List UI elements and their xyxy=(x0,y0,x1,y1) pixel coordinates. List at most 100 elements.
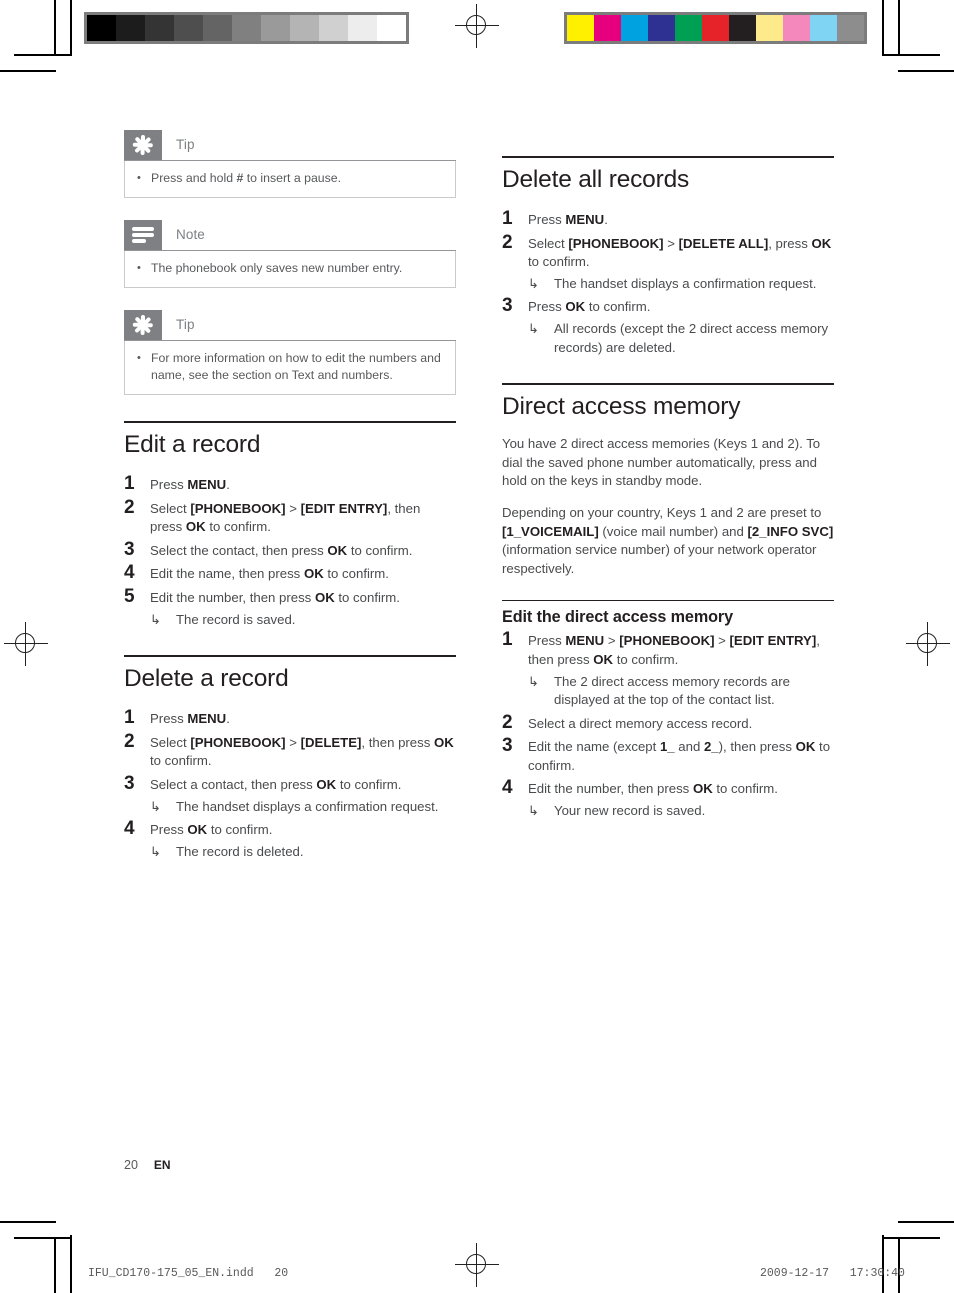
step-result-text: All records (except the 2 direct access … xyxy=(554,320,829,355)
step-item: 3 Select a contact, then press OK to conf… xyxy=(124,773,456,816)
right-sections: Delete all records 1 Press MENU. 2 Select [P… xyxy=(502,156,834,821)
step-number: 4 xyxy=(502,777,513,799)
step-item: 5 Edit the number, then press OK to confi… xyxy=(124,586,456,629)
right-column: Delete all records 1 Press MENU. 2 Select [P… xyxy=(502,130,834,823)
section-heading: Delete all records xyxy=(502,166,690,193)
step-result-text: The handset displays a confirmation requ… xyxy=(176,798,439,814)
section: Direct access memory You have 2 direct ac… xyxy=(502,383,834,578)
step-item: 3 Select the contact, then press OK to co… xyxy=(124,539,456,561)
result-arrow-icon: ↳ xyxy=(528,803,539,819)
emphasis-text: [PHONEBOOK] xyxy=(619,633,715,649)
bullet-icon: • xyxy=(137,262,141,274)
color-swatch xyxy=(810,15,837,41)
step-result: ↳ The handset displays a confirmation req… xyxy=(528,275,834,294)
result-arrow-icon: ↳ xyxy=(528,275,539,291)
emphasis-text: OK xyxy=(303,566,324,582)
print-filename: IFU_CD170-175_05_EN.indd xyxy=(88,1267,254,1280)
emphasis-text: 1_ xyxy=(659,739,675,755)
callout-title: Tip xyxy=(176,317,195,332)
print-time: 17:30:40 xyxy=(849,1267,905,1280)
bullet-icon: • xyxy=(137,172,141,184)
callout-tip: Tip • Press and hold # to insert a pause. xyxy=(124,130,456,198)
callout-body: • The phonebook only saves new number ent… xyxy=(124,251,456,288)
color-calibration-strip xyxy=(564,12,867,44)
section: Delete all records 1 Press MENU. 2 Select [P… xyxy=(502,156,834,357)
emphasis-text: OK xyxy=(692,781,713,797)
section-rule xyxy=(124,655,456,658)
callout-item: • For more information on how to edit the… xyxy=(137,350,443,384)
section-rule xyxy=(124,421,456,423)
color-swatch xyxy=(756,15,783,41)
emphasis-text: [DELETE ALL] xyxy=(678,235,769,251)
step-text: Select [PHONEBOOK] > [EDIT ENTRY], then … xyxy=(150,500,421,535)
color-swatch xyxy=(837,15,864,41)
print-file-info: IFU_CD170-175_05_EN.indd 20 xyxy=(88,1267,288,1280)
section-rule xyxy=(502,600,834,602)
body-paragraph: You have 2 direct access memories (Keys … xyxy=(502,436,821,489)
step-body: Edit the name, then press OK to confirm. xyxy=(150,562,456,584)
emphasis-text: OK xyxy=(327,542,348,558)
grayscale-swatch xyxy=(348,15,377,41)
step-number: 3 xyxy=(124,538,135,560)
registration-mark-bottom xyxy=(455,1243,499,1287)
emphasis-text: OK xyxy=(795,739,816,755)
step-body: Edit the number, then press OK to confir… xyxy=(150,586,456,629)
emphasis-text: OK xyxy=(565,299,586,315)
step-text: Edit the number, then press OK to confir… xyxy=(528,781,778,797)
step-item: 1 Press MENU. xyxy=(124,473,456,495)
color-swatch xyxy=(783,15,810,41)
step-body: Select [PHONEBOOK] > [EDIT ENTRY], then … xyxy=(150,497,456,537)
step-number: 2 xyxy=(124,730,135,752)
grayscale-swatch xyxy=(145,15,174,41)
step-body: Select a direct memory access record. xyxy=(528,712,834,734)
step-text: Press OK to confirm. xyxy=(150,822,273,838)
page-language: EN xyxy=(153,1158,171,1172)
step-item: 4 Edit the name, then press OK to confirm… xyxy=(124,562,456,584)
step-text: Press MENU. xyxy=(528,212,608,227)
print-page: 20 xyxy=(274,1267,289,1280)
step-result: ↳ The 2 direct access memory records are … xyxy=(528,673,834,710)
step-number: 1 xyxy=(502,629,513,651)
step-item: 1 Press MENU. xyxy=(124,707,456,729)
emphasis-text: [PHONEBOOK] xyxy=(190,500,286,516)
step-text: Select [PHONEBOOK] > [DELETE], then pres… xyxy=(150,734,454,769)
emphasis-text: OK xyxy=(434,734,454,750)
grayscale-swatch xyxy=(174,15,203,41)
step-body: Edit the name (except 1_ and 2_), then p… xyxy=(528,735,834,775)
step-result-text: The record is deleted. xyxy=(176,843,304,859)
emphasis-text: OK xyxy=(316,776,337,792)
page-number: 20 xyxy=(124,1158,138,1172)
step-number: 4 xyxy=(124,562,135,584)
emphasis-text: MENU xyxy=(187,477,227,492)
print-date: 2009-12-17 xyxy=(760,1267,830,1280)
section-heading: Edit a record xyxy=(124,431,261,458)
step-result: ↳ The record is deleted. xyxy=(150,843,456,862)
result-arrow-icon: ↳ xyxy=(528,320,539,336)
callout-title: Tip xyxy=(176,137,195,152)
pause-key-glyph: # xyxy=(236,171,244,185)
grayscale-swatch xyxy=(377,15,406,41)
emphasis-text: [PHONEBOOK] xyxy=(568,235,664,251)
step-body: Press MENU > [PHONEBOOK] > [EDIT ENTRY],… xyxy=(528,629,834,709)
callout-item: • Press and hold # to insert a pause. xyxy=(137,170,443,187)
body-paragraph: Depending on your country, Keys 1 and 2 … xyxy=(502,504,834,576)
emphasis-text: MENU xyxy=(565,212,605,227)
step-text: Press OK to confirm. xyxy=(528,299,651,315)
section: Edit the direct access memory 1 Press MENU… xyxy=(502,600,834,820)
emphasis-text: [PHONEBOOK] xyxy=(190,734,286,750)
left-column: Tip • Press and hold # to insert a pause. N… xyxy=(124,130,456,863)
step-text: Press MENU. xyxy=(150,711,230,727)
section-heading: Direct access memory xyxy=(502,393,741,421)
step-body: Edit the number, then press OK to confir… xyxy=(528,777,834,820)
step-list: 1 Press MENU > [PHONEBOOK] > [EDIT ENTRY]… xyxy=(502,629,834,820)
emphasis-text: OK xyxy=(811,235,832,251)
grayscale-swatch xyxy=(116,15,145,41)
callout-note: Note • The phonebook only saves new number… xyxy=(124,220,456,288)
grayscale-swatch xyxy=(232,15,261,41)
section-rule xyxy=(502,383,834,386)
step-number: 3 xyxy=(124,772,135,794)
callout-header: Tip xyxy=(124,310,456,341)
step-number: 3 xyxy=(502,735,513,757)
note-lines-icon xyxy=(124,220,162,250)
step-body: Select [PHONEBOOK] > [DELETE ALL], press… xyxy=(528,232,834,294)
